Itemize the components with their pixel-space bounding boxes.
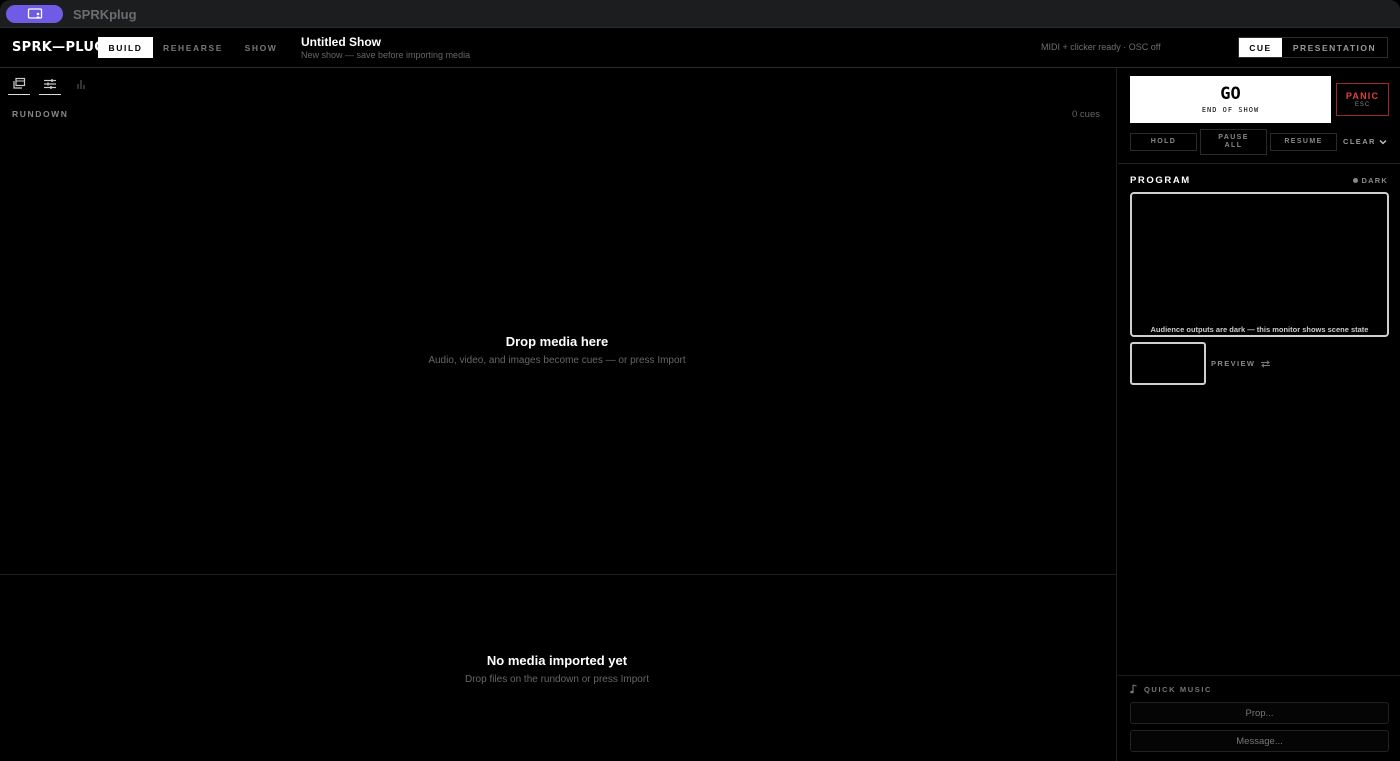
tab-show[interactable]: SHOW [236, 37, 286, 58]
tab-build[interactable]: BUILD [98, 37, 153, 58]
layers-icon [13, 77, 26, 89]
clear-dropdown[interactable]: CLEAR [1343, 137, 1387, 146]
view-cue-button[interactable]: CUE [1239, 38, 1282, 57]
sliders-tool[interactable] [39, 75, 61, 95]
resume-button[interactable]: RESUME [1270, 133, 1337, 151]
bar-chart-icon [77, 80, 85, 89]
show-subtitle: New show — save before importing media [301, 50, 471, 60]
prop-input[interactable]: Prop... [1130, 702, 1389, 724]
preview-swap-button[interactable]: PREVIEW [1211, 359, 1271, 368]
rundown-panel: RUNDOWN 0 cues Drop media here Audio, vi… [0, 68, 1117, 761]
monitor-caption: Audience outputs are dark — this monitor… [1150, 325, 1369, 334]
stats-tool[interactable] [70, 75, 92, 93]
panic-label: PANIC [1345, 91, 1380, 101]
go-sublabel: END OF SHOW [1201, 105, 1260, 114]
connection-status: MIDI + clicker ready · OSC off [1041, 42, 1161, 52]
dark-status-indicator: DARK [1352, 176, 1388, 185]
swap-arrows-icon [1261, 359, 1271, 368]
app-name: SPRKplug [73, 7, 137, 22]
panel-divider[interactable] [0, 574, 1117, 575]
view-presentation-button[interactable]: PRESENTATION [1282, 38, 1387, 57]
music-note-icon [1130, 684, 1137, 694]
quick-music-label: QUICK MUSIC [1144, 684, 1213, 694]
view-toggle: CUE PRESENTATION [1238, 37, 1388, 58]
section-divider [1118, 163, 1400, 164]
chevron-down-icon [1379, 139, 1387, 144]
drop-zone-subtitle: Audio, video, and images become cues — o… [428, 355, 686, 366]
pause-all-button[interactable]: PAUSE ALL [1200, 129, 1267, 155]
panic-button[interactable]: PANIC ESC [1336, 83, 1389, 116]
laptop-person-icon [27, 8, 42, 19]
preview-thumbnail[interactable] [1130, 342, 1206, 385]
brand-logo: SPRK—PLUG [12, 40, 106, 55]
quick-music-header: QUICK MUSIC [1130, 684, 1212, 694]
dark-status-label: DARK [1361, 176, 1388, 185]
main-header: SPRK—PLUG BUILD REHEARSE SHOW Untitled S… [0, 28, 1400, 68]
preview-label: PREVIEW [1211, 359, 1256, 368]
program-monitor[interactable]: Audience outputs are dark — this monitor… [1130, 192, 1389, 337]
sliders-icon [44, 79, 56, 89]
layers-tool[interactable] [8, 75, 30, 95]
quick-music-divider [1118, 675, 1400, 676]
hold-button[interactable]: HOLD [1130, 133, 1197, 151]
program-label: PROGRAM [1130, 175, 1191, 186]
cue-count: 0 cues [1072, 109, 1100, 120]
control-panel: GO END OF SHOW PANIC ESC HOLD PAUSE ALL … [1118, 68, 1400, 761]
rundown-label: RUNDOWN [12, 109, 69, 119]
media-empty-title: No media imported yet [486, 653, 628, 668]
pause-all-label-line1: PAUSE [1218, 134, 1249, 141]
go-label: GO [1220, 83, 1241, 104]
drop-zone-title[interactable]: Drop media here [0, 334, 1114, 349]
message-input[interactable]: Message... [1130, 730, 1389, 752]
panic-shortcut: ESC [1354, 102, 1371, 108]
media-empty-subtitle: Drop files on the rundown or press Impor… [465, 674, 649, 685]
status-dot-icon [1352, 178, 1358, 183]
app-pill-button[interactable] [6, 5, 63, 23]
go-button[interactable]: GO END OF SHOW [1130, 76, 1331, 123]
clear-label: CLEAR [1343, 137, 1376, 146]
tab-rehearse[interactable]: REHEARSE [158, 37, 228, 58]
window-titlebar: SPRKplug [0, 0, 1400, 28]
show-title[interactable]: Untitled Show [301, 35, 381, 49]
pause-all-label-line2: ALL [1224, 142, 1243, 149]
